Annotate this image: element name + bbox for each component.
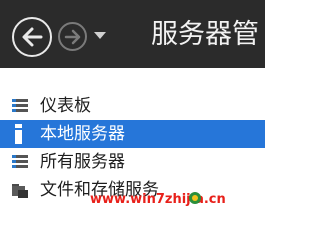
back-button[interactable] bbox=[12, 17, 52, 57]
watermark-logo-icon bbox=[189, 192, 201, 204]
sidebar-item-label: 本地服务器 bbox=[40, 124, 125, 144]
back-arrow-icon bbox=[22, 27, 43, 47]
chevron-down-icon[interactable] bbox=[94, 32, 106, 39]
dashboard-icon bbox=[12, 99, 28, 113]
local-server-icon bbox=[15, 124, 22, 144]
app-title: 服务器管 bbox=[151, 19, 259, 50]
sidebar-item-all-servers[interactable]: 所有服务器 bbox=[0, 148, 265, 176]
sidebar-item-label: 所有服务器 bbox=[40, 152, 125, 172]
sidebar-nav: 仪表板 本地服务器 所有服务器 文件和存储服务 bbox=[0, 92, 265, 204]
sidebar-item-label: 仪表板 bbox=[40, 96, 91, 116]
folder-icon bbox=[12, 184, 28, 198]
sidebar-item-local-server[interactable]: 本地服务器 bbox=[0, 120, 265, 148]
sidebar-item-dashboard[interactable]: 仪表板 bbox=[0, 92, 265, 120]
all-servers-icon bbox=[12, 155, 28, 169]
title-bar: 服务器管 bbox=[0, 0, 265, 68]
forward-arrow-icon bbox=[64, 29, 81, 45]
watermark-text: www.win7zhijia.cn bbox=[90, 192, 226, 207]
forward-button[interactable] bbox=[58, 22, 87, 51]
